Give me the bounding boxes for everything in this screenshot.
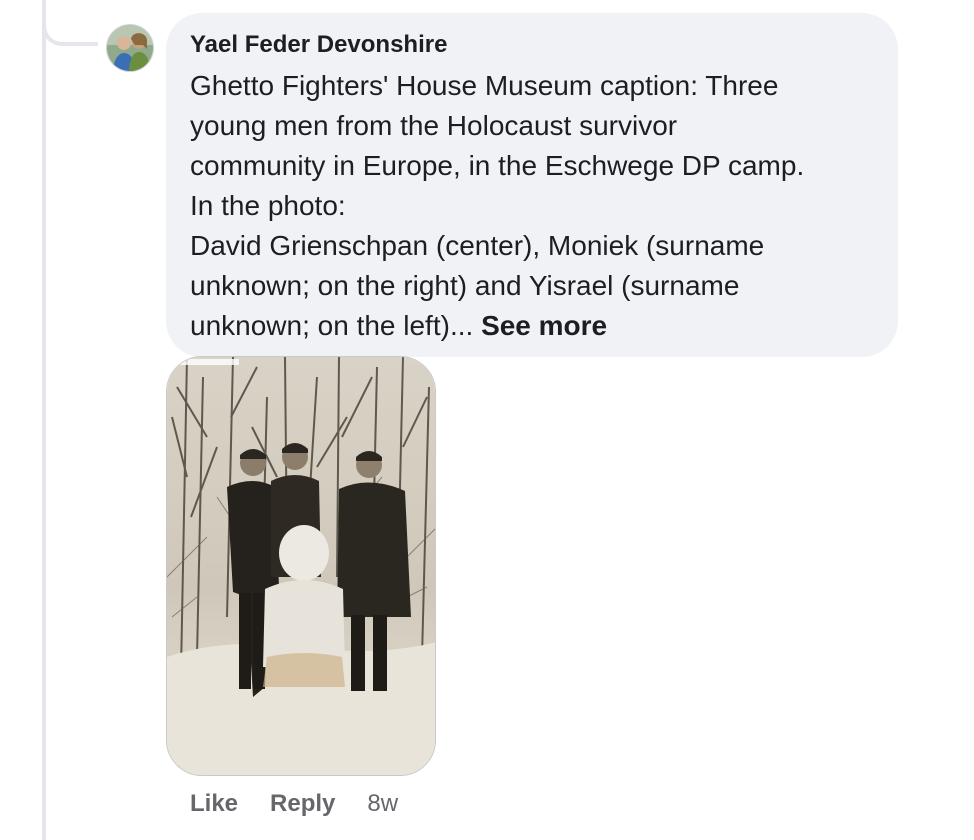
thread-connector [42,0,98,46]
comment-timestamp[interactable]: 8w [367,790,398,818]
comment-text: Ghetto Fighters' House Museum caption: T… [190,66,874,346]
comment-actions: Like Reply 8w [190,788,398,820]
sepia-photo-icon [167,357,435,775]
thread-line [42,0,46,840]
comment-body: Ghetto Fighters' House Museum caption: T… [190,70,805,341]
more-dots-icon [255,0,277,2]
comment-bubble: Yael Feder Devonshire Ghetto Fighters' H… [166,13,898,357]
avatar[interactable] [106,24,154,72]
see-more-link[interactable]: See more [481,310,607,341]
comment-author[interactable]: Yael Feder Devonshire [190,30,447,60]
reply-button[interactable]: Reply [270,790,335,818]
profile-photo-avatar-icon [107,25,153,71]
comment-photo[interactable] [166,356,436,776]
like-button[interactable]: Like [190,790,238,818]
comment-thread: Yael Feder Devonshire Ghetto Fighters' H… [0,0,974,840]
